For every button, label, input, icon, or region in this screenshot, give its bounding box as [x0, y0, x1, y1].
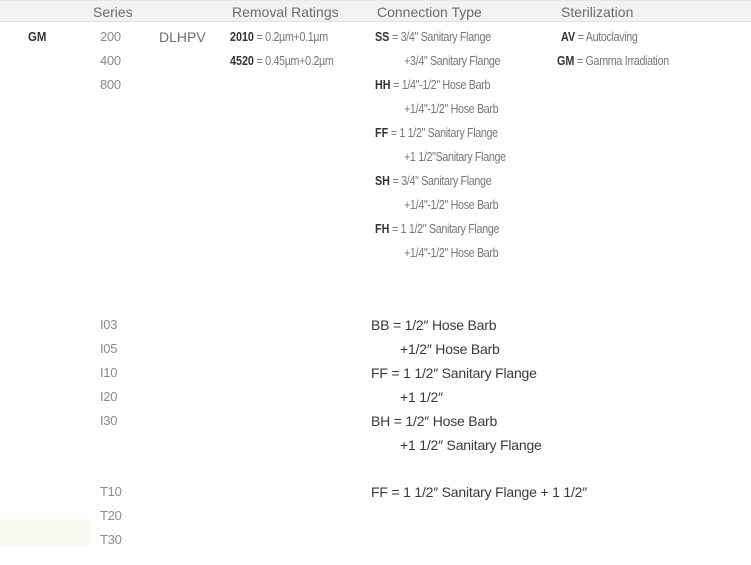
rating-text: = 0.45µm+0.2µm [256, 54, 334, 68]
connection-code: HH [375, 78, 391, 92]
connection-line1: = 1 1/2" Sanitary Flange [391, 222, 500, 236]
sterilization-code: GM [557, 54, 575, 68]
connection-entry: BB = 1/2″ Hose Barb [371, 317, 497, 333]
removal-rating: 4520 = 0.45µm+0.2µm [230, 54, 334, 68]
header-connection-type: Connection Type [377, 4, 482, 20]
rating-code: 4520 [230, 54, 254, 68]
connection-line2: +1/4"-1/2" Hose Barb [404, 102, 499, 116]
rating-code: 2010 [230, 30, 254, 44]
header-sterilization: Sterilization [561, 4, 634, 20]
group-code: GM [28, 29, 47, 44]
connection-line1: = 1/2″ Hose Barb [392, 317, 497, 333]
connection-line1: = 3/4" Sanitary Flange [392, 174, 492, 188]
connection-entry: SS = 3/4" Sanitary Flange [375, 30, 491, 44]
sterilization-text: = Gamma Irradiation [576, 54, 669, 68]
series-item: 200 [100, 29, 121, 44]
connection-code: SS [375, 30, 390, 44]
rating-text: = 0.2µm+0.1µm [256, 30, 329, 44]
connection-entry: FH = 1 1/2" Sanitary Flange [375, 222, 499, 236]
connection-line2: +1/4"-1/2" Hose Barb [404, 198, 499, 212]
series-item: 400 [100, 53, 121, 68]
series-item: I05 [100, 341, 118, 356]
series-item: T20 [100, 508, 122, 523]
connection-line1: = 1 1/2″ Sanitary Flange [391, 365, 537, 381]
connection-entry: FF = 1 1/2″ Sanitary Flange + 1 1/2″ [371, 484, 587, 500]
series-item: T10 [100, 484, 122, 499]
sterilization-text: = Autoclaving [577, 30, 638, 44]
connection-entry: FF = 1 1/2″ Sanitary Flange [371, 365, 537, 381]
connection-line1: = 1 1/2″ Sanitary Flange + 1 1/2″ [391, 484, 587, 500]
connection-line1: = 3/4" Sanitary Flange [391, 30, 491, 44]
series-item: 800 [100, 77, 121, 92]
removal-rating: 2010 = 0.2µm+0.1µm [230, 30, 328, 44]
connection-entry: SH = 3/4" Sanitary Flange [375, 174, 492, 188]
connection-line2: +1 1/2″ Sanitary Flange [400, 437, 542, 453]
sterilization-entry: AV = Autoclaving [561, 30, 638, 44]
connection-line1: = 1/2″ Hose Barb [393, 413, 498, 429]
sterilization-code: AV [561, 30, 576, 44]
series-item: T30 [100, 532, 122, 547]
connection-code: SH [375, 174, 390, 188]
table-header: Series Removal Ratings Connection Type S… [0, 0, 751, 22]
connection-entry: HH = 1/4"-1/2" Hose Barb [375, 78, 490, 92]
series-item: I30 [100, 413, 118, 428]
connection-code: BB [371, 317, 390, 333]
series-item: I20 [100, 389, 118, 404]
connection-code: BH [371, 413, 391, 429]
connection-line1: = 1/4"-1/2" Hose Barb [393, 78, 491, 92]
series-item: I10 [100, 365, 118, 380]
sterilization-entry: GM = Gamma Irradiation [557, 54, 669, 68]
connection-code: FF [375, 126, 389, 140]
header-series: Series [93, 4, 133, 20]
connection-line2: +1/2″ Hose Barb [400, 341, 500, 357]
connection-code: FF [371, 365, 388, 381]
connection-line1: = 1 1/2" Sanitary Flange [390, 126, 498, 140]
highlight-block [0, 519, 90, 546]
connection-entry: FF = 1 1/2" Sanitary Flange [375, 126, 498, 140]
header-removal-ratings: Removal Ratings [232, 4, 339, 20]
connection-line2: +1 1/2″ [400, 389, 443, 405]
connection-entry: BH = 1/2″ Hose Barb [371, 413, 497, 429]
series-item: I03 [100, 317, 118, 332]
connection-line2: +1 1/2"Sanitary Flange [404, 150, 506, 164]
connection-code: FF [371, 484, 388, 500]
connection-line2: +3/4" Sanitary Flange [404, 54, 501, 68]
model-name: DLHPV [159, 29, 206, 45]
connection-code: FH [375, 222, 390, 236]
connection-line2: +1/4"-1/2" Hose Barb [404, 246, 499, 260]
